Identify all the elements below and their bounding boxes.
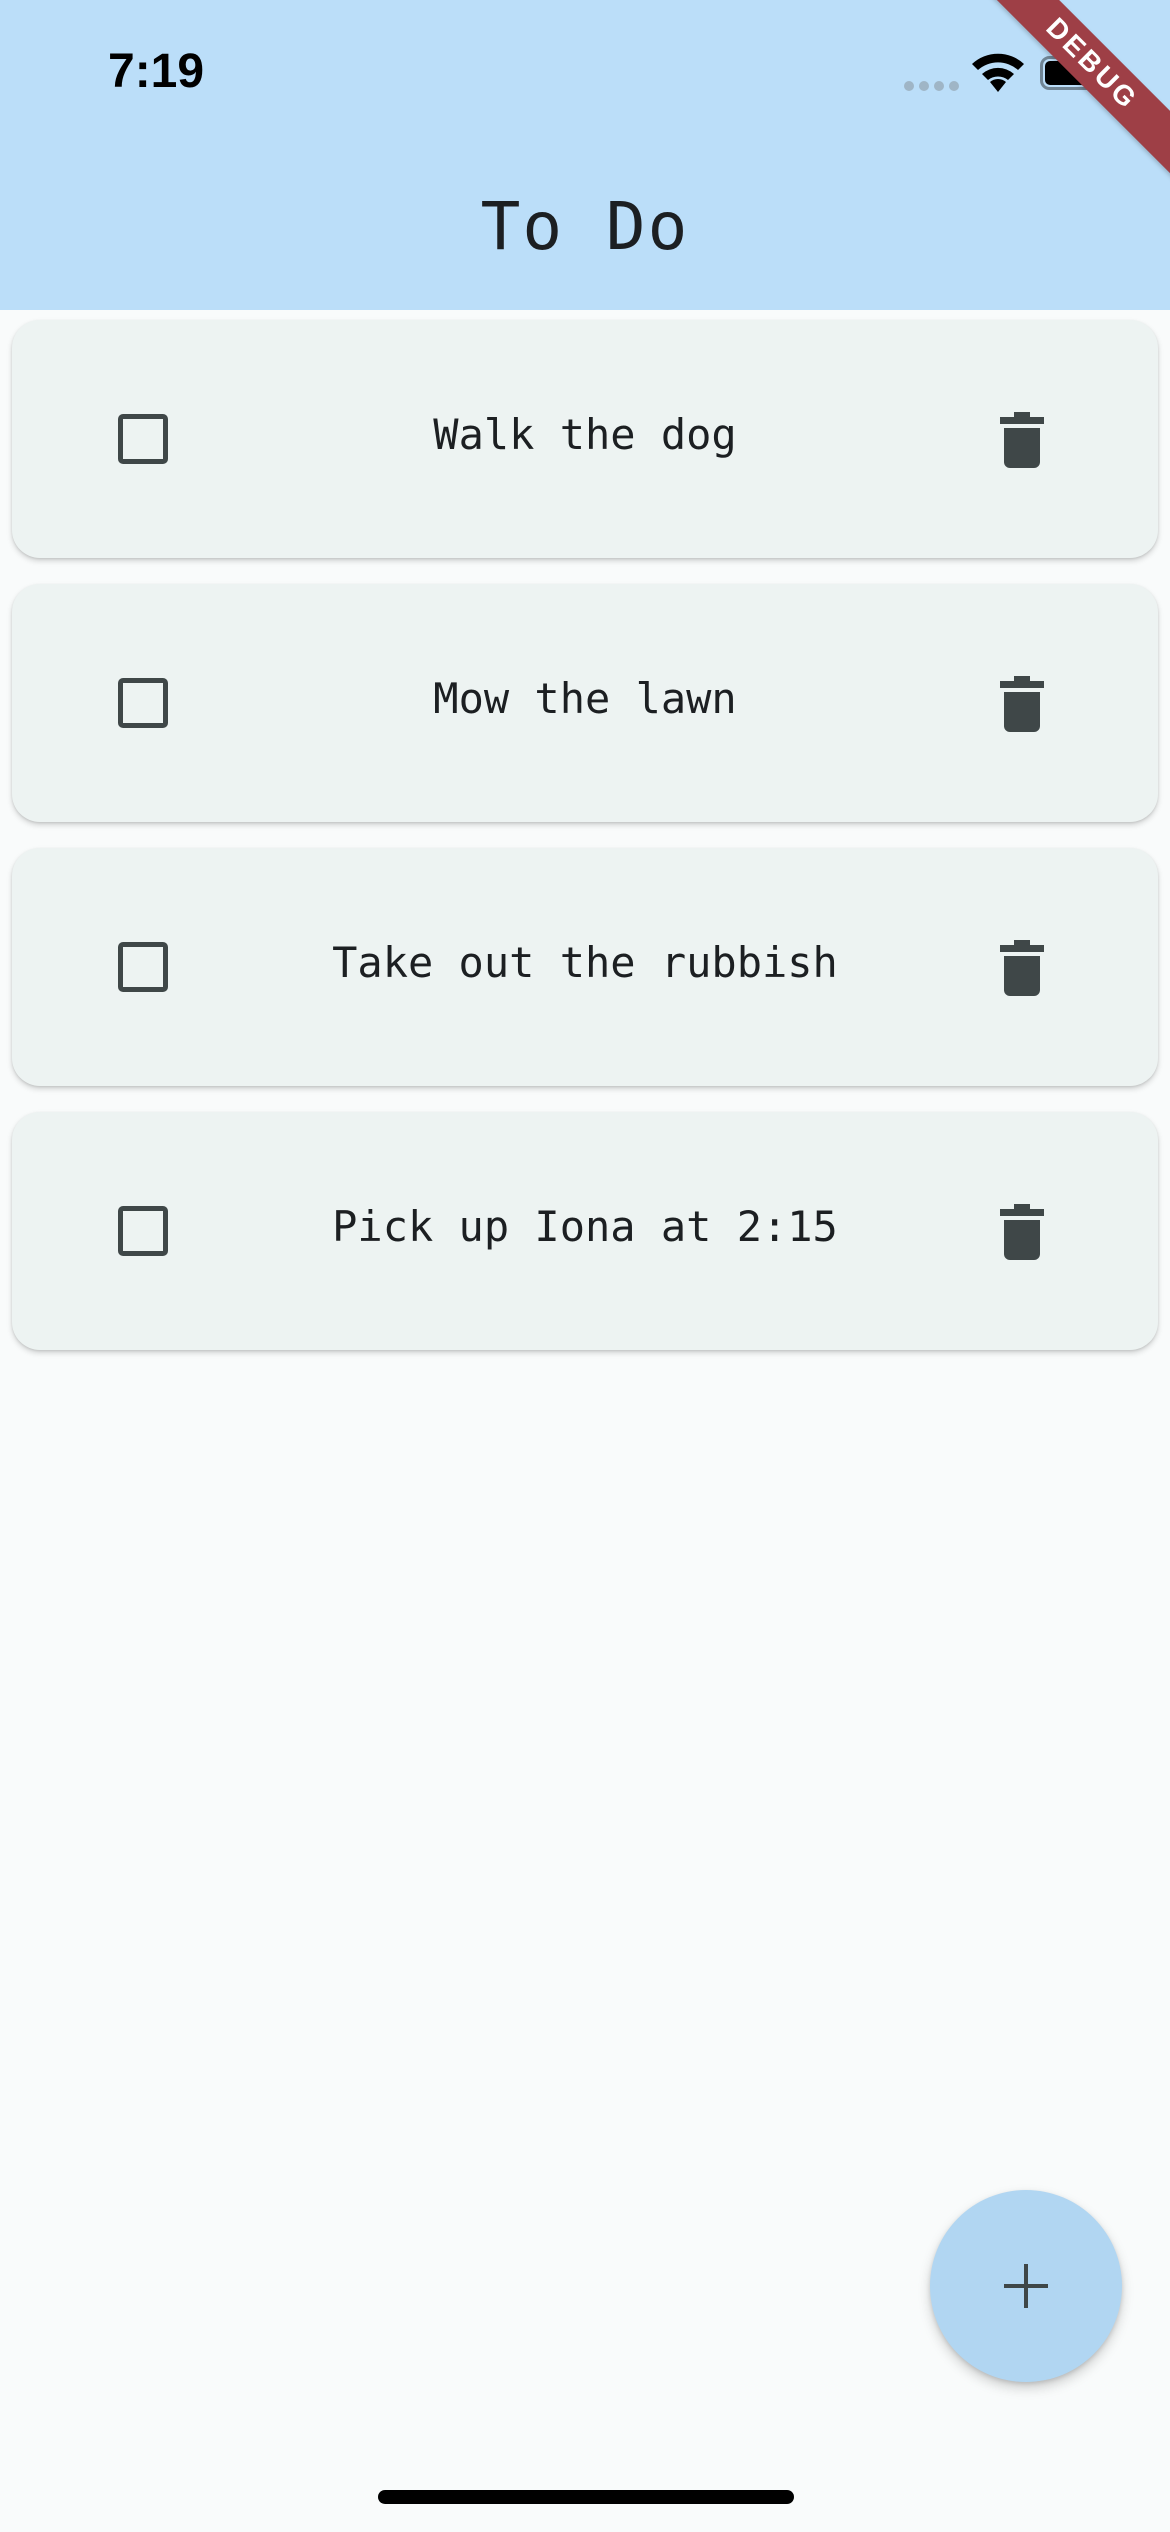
checkbox-outline-icon[interactable] — [118, 414, 168, 464]
trash-icon — [1000, 676, 1044, 732]
add-todo-button[interactable] — [930, 2190, 1122, 2382]
trash-icon — [1000, 412, 1044, 468]
plus-icon — [1004, 2264, 1048, 2308]
page-title: To Do — [480, 188, 690, 265]
delete-button[interactable] — [992, 410, 1052, 470]
app-bar: To Do — [0, 140, 1170, 310]
todo-item-text: Walk the dog — [433, 410, 737, 459]
status-time: 7:19 — [108, 45, 205, 98]
home-indicator[interactable] — [378, 2490, 794, 2504]
todo-item: Mow the lawn — [12, 584, 1158, 822]
todo-item: Take out the rubbish — [12, 848, 1158, 1086]
trash-icon — [1000, 1204, 1044, 1260]
wifi-icon — [972, 53, 1024, 92]
checkbox-outline-icon[interactable] — [118, 678, 168, 728]
delete-button[interactable] — [992, 674, 1052, 734]
delete-button[interactable] — [992, 1202, 1052, 1262]
todo-item-text: Pick up Iona at 2:15 — [332, 1202, 838, 1251]
todo-item: Walk the dog — [12, 320, 1158, 558]
todo-item-text: Mow the lawn — [433, 674, 737, 723]
todo-item-text: Take out the rubbish — [332, 938, 838, 987]
trash-icon — [1000, 940, 1044, 996]
delete-button[interactable] — [992, 938, 1052, 998]
status-bar: 7:19 — [0, 0, 1170, 140]
todo-item: Pick up Iona at 2:15 — [12, 1112, 1158, 1350]
checkbox-outline-icon[interactable] — [118, 1206, 168, 1256]
todo-list: Walk the dog Mow the lawn Take out the r… — [12, 320, 1158, 1376]
checkbox-outline-icon[interactable] — [118, 942, 168, 992]
cellular-signal-icon — [904, 81, 959, 91]
